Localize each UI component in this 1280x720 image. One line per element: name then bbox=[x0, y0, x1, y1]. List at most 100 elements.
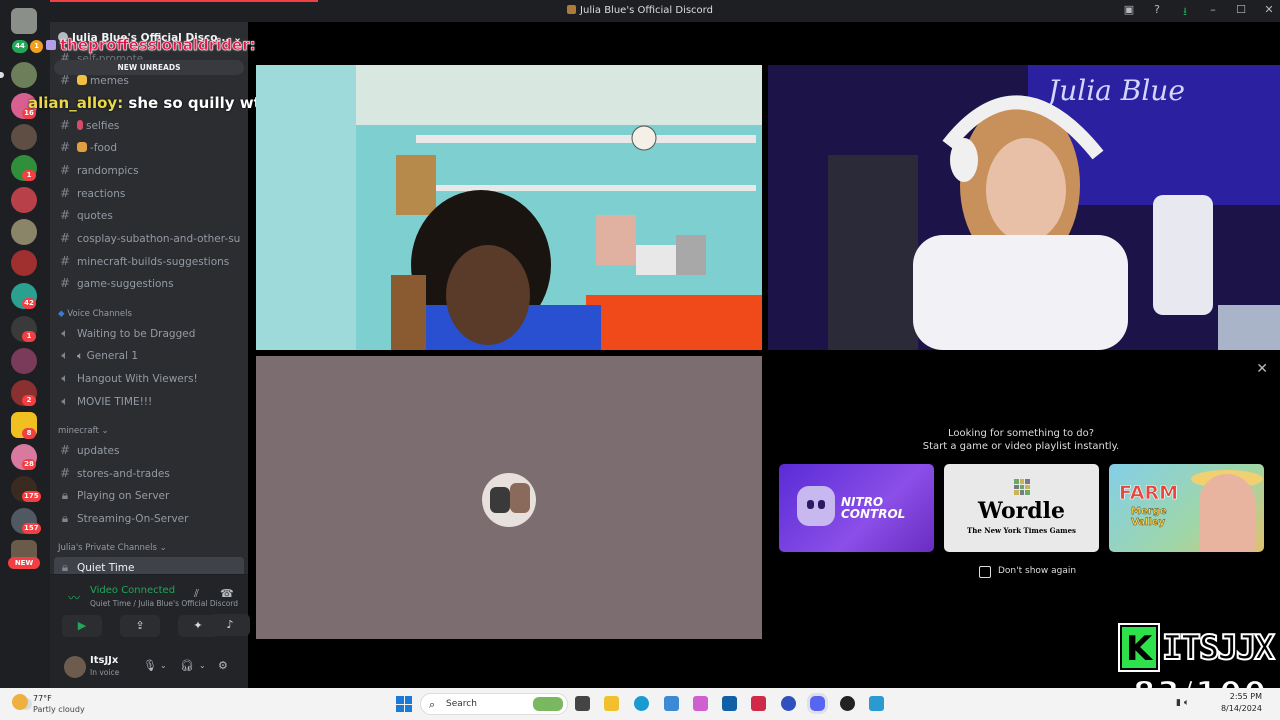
help-icon[interactable]: ? bbox=[1150, 3, 1164, 22]
noise-suppression-icon[interactable]: ⫽ bbox=[194, 587, 199, 601]
channel-playing-on-server[interactable]: 🔒︎ Playing on Server bbox=[58, 485, 240, 505]
signal-icon[interactable]: 〰 bbox=[68, 589, 80, 606]
video-tile[interactable] bbox=[256, 356, 762, 639]
server-icon[interactable] bbox=[11, 348, 37, 374]
voice-channel-movie[interactable]: 🔈︎ MOVIE TIME!!! bbox=[58, 391, 240, 411]
chevron-down-icon[interactable]: ⌄ bbox=[160, 661, 167, 670]
soundboard-button[interactable]: ♪ bbox=[210, 614, 250, 636]
weather-temp[interactable]: 77°F bbox=[33, 694, 52, 703]
username[interactable]: ItsJJx bbox=[90, 655, 118, 666]
channel-streaming-on-server[interactable]: 🔒︎ Streaming-On-Server bbox=[58, 508, 240, 528]
screen-share-button[interactable]: ⇪ bbox=[120, 615, 160, 637]
microphone-icon[interactable]: 🎙︎ bbox=[143, 659, 157, 672]
weather-icon[interactable] bbox=[12, 694, 28, 710]
channel-sidebar: Julia Blue's Official Disco... ⌄ # self-p… bbox=[50, 22, 250, 689]
search-label: Search bbox=[446, 699, 477, 709]
server-icon[interactable] bbox=[11, 8, 37, 34]
voice-connected-label[interactable]: Video Connected bbox=[90, 585, 175, 596]
close-button[interactable]: ✕ bbox=[1262, 3, 1276, 22]
gear-icon[interactable]: ⚙ bbox=[218, 659, 228, 672]
category-private-channels[interactable]: Julia's Private Channels ⌄ bbox=[58, 543, 167, 553]
channel-cosplay[interactable]: # cosplay-subathon-and-other-su... bbox=[58, 228, 240, 248]
speaker-icon: 🔈︎ bbox=[61, 394, 69, 408]
app-icon[interactable] bbox=[751, 696, 766, 711]
app-icon[interactable] bbox=[840, 696, 855, 711]
channel-updates[interactable]: # updates bbox=[58, 440, 240, 460]
clock-time[interactable]: 2:55 PM bbox=[1212, 692, 1262, 701]
server-icon[interactable] bbox=[11, 219, 37, 245]
disconnect-icon[interactable]: ☎ bbox=[220, 587, 234, 600]
discord-icon[interactable] bbox=[810, 696, 825, 711]
voice-location[interactable]: Quiet Time / Julia Blue's Official Disco… bbox=[90, 599, 238, 608]
channel-game-suggestions[interactable]: # game-suggestions bbox=[58, 273, 240, 293]
emoji-icon: ◆ bbox=[58, 309, 65, 319]
activity-panel: ✕ Looking for something to do? Start a g… bbox=[768, 356, 1280, 639]
channel-selfies[interactable]: # selfies bbox=[58, 115, 240, 135]
camera-button[interactable]: ▶ bbox=[62, 615, 102, 637]
mention-badge: 175 bbox=[22, 491, 41, 502]
logo-k-icon: K bbox=[1118, 623, 1160, 672]
channel-quotes[interactable]: # quotes bbox=[58, 205, 240, 225]
taskbar-search[interactable]: ⌕ Search bbox=[420, 693, 568, 715]
channel-reactions[interactable]: # reactions bbox=[58, 183, 240, 203]
download-icon[interactable]: ⭳ bbox=[1178, 3, 1192, 22]
chevron-down-icon[interactable]: ⌄ bbox=[199, 661, 206, 670]
avatar[interactable] bbox=[64, 656, 86, 678]
server-icon[interactable] bbox=[11, 187, 37, 213]
hash-icon: # bbox=[59, 118, 71, 132]
channel-memes[interactable]: # memes bbox=[58, 70, 240, 90]
channel-minecraft-builds[interactable]: # minecraft-builds-suggestions bbox=[58, 251, 240, 271]
file-explorer-icon[interactable] bbox=[604, 696, 619, 711]
channel-stores-and-trades[interactable]: # stores-and-trades bbox=[58, 463, 240, 483]
server-icon[interactable] bbox=[11, 62, 37, 88]
headphones-icon[interactable]: 🎧︎ bbox=[180, 659, 194, 672]
activity-card-wordle[interactable]: Wordle The New York Times Games bbox=[944, 464, 1099, 552]
app-icon[interactable] bbox=[664, 696, 679, 711]
app-icon[interactable] bbox=[693, 696, 708, 711]
video-tile[interactable] bbox=[256, 65, 762, 350]
voice-channel-general[interactable]: 🔈︎ 🔈︎ General 1 bbox=[58, 345, 240, 365]
mention-badge: 42 bbox=[22, 298, 36, 309]
video-tile[interactable]: Julia Blue bbox=[768, 65, 1280, 350]
task-view-icon[interactable] bbox=[575, 696, 590, 711]
clock-date[interactable]: 8/14/2024 bbox=[1212, 704, 1262, 713]
store-icon[interactable] bbox=[722, 696, 737, 711]
start-button[interactable] bbox=[396, 696, 412, 712]
channel-randompics[interactable]: # randompics bbox=[58, 160, 240, 180]
speaker-icon: 🔈︎ bbox=[61, 326, 69, 340]
emoji-icon bbox=[77, 120, 83, 130]
mention-badge: 2 bbox=[22, 395, 36, 406]
voice-channel-hangout[interactable]: 🔈︎ Hangout With Viewers! bbox=[58, 368, 240, 388]
weather-desc[interactable]: Partly cloudy bbox=[33, 705, 85, 714]
server-icon[interactable] bbox=[11, 124, 37, 150]
inbox-icon[interactable]: ▣ bbox=[1122, 3, 1136, 22]
category-minecraft[interactable]: minecraft ⌄ bbox=[58, 426, 109, 436]
voice-channel-dragged[interactable]: 🔈︎ Waiting to be Dragged bbox=[58, 323, 240, 343]
system-tray[interactable]: ▮ 🔈︎ bbox=[1176, 698, 1189, 708]
activity-card-farm-merge-valley[interactable]: FARM Merge Valley bbox=[1109, 464, 1264, 552]
hash-icon: # bbox=[59, 73, 71, 87]
close-icon[interactable]: ✕ bbox=[1256, 361, 1268, 377]
search-icon: ⌕ bbox=[429, 698, 436, 711]
channel-food[interactable]: # -food bbox=[58, 137, 240, 157]
robot-icon bbox=[797, 486, 835, 526]
hash-icon: # bbox=[59, 140, 71, 154]
category-voice-channels[interactable]: ◆ Voice Channels bbox=[58, 309, 132, 319]
taskbar: 77°F Partly cloudy ⌕ Search ▮ 🔈︎ 2:55 PM… bbox=[0, 688, 1280, 720]
emoji-icon bbox=[77, 75, 87, 85]
edge-icon[interactable] bbox=[634, 696, 649, 711]
activity-card-nitro-control[interactable]: NITRO CONTROL bbox=[779, 464, 934, 552]
hash-icon: # bbox=[59, 186, 71, 200]
app-icon[interactable] bbox=[869, 696, 884, 711]
maximize-button[interactable]: ☐ bbox=[1234, 3, 1248, 22]
dont-show-checkbox[interactable] bbox=[979, 566, 991, 578]
new-servers-pill[interactable]: NEW bbox=[8, 557, 40, 569]
search-highlight-icon bbox=[533, 697, 563, 711]
server-icon bbox=[567, 5, 577, 14]
app-icon[interactable] bbox=[781, 696, 796, 711]
dont-show-label[interactable]: Don't show again bbox=[998, 566, 1076, 576]
activity-subheading: Start a game or video playlist instantly… bbox=[922, 441, 1120, 452]
lock-icon: 🔒︎ bbox=[61, 511, 69, 525]
server-icon[interactable] bbox=[11, 250, 37, 276]
minimize-button[interactable]: – bbox=[1206, 3, 1220, 22]
